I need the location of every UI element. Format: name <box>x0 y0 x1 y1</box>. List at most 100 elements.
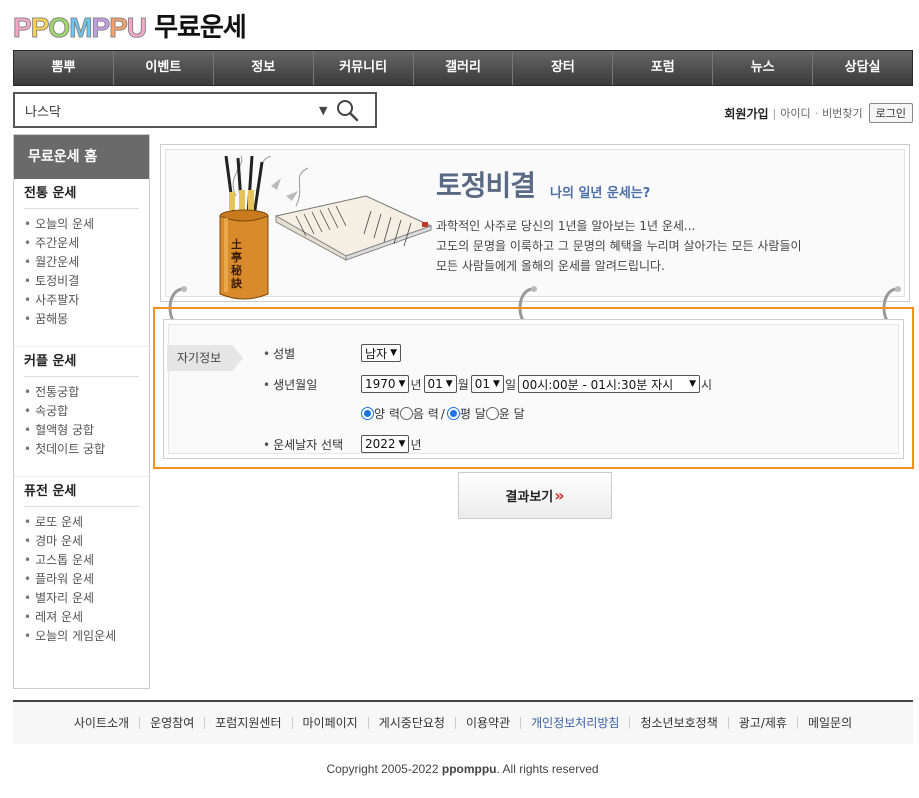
nav-item-event[interactable]: 이벤트 <box>114 51 214 85</box>
banner-desc-line: 모든 사람들에게 올해의 운세를 알려드립니다. <box>436 259 665 273</box>
footer-link-takedown[interactable]: 게시중단요청 <box>369 717 456 729</box>
time-unit: 시 <box>701 377 713 392</box>
sidebar-item[interactable]: 주간운세 <box>24 234 139 253</box>
logo-letter: P <box>91 12 111 44</box>
nav-item-ppomppu[interactable]: 뽐뿌 <box>14 51 114 85</box>
birth-year-select[interactable]: 1970 ▼ <box>361 375 410 393</box>
nav-item-gallery[interactable]: 갤러리 <box>414 51 514 85</box>
sidebar-item[interactable]: 고스톱 운세 <box>24 551 139 570</box>
footer-link-participate[interactable]: 운영참여 <box>140 717 206 729</box>
footer-link-mypage[interactable]: 마이페이지 <box>293 717 369 729</box>
nav-item-news[interactable]: 뉴스 <box>713 51 814 85</box>
sidebar-item[interactable]: 별자리 운세 <box>24 589 139 608</box>
nav-item-forum[interactable]: 포럼 <box>613 51 714 85</box>
ppomppu-logo: PPOMPPU <box>13 10 148 46</box>
search-box: ▼ <box>13 92 377 128</box>
footer-link-ads[interactable]: 광고/제휴 <box>729 717 798 729</box>
login-button[interactable]: 로그인 <box>868 103 913 123</box>
sidebar-item[interactable]: 꿈해몽 <box>24 310 139 329</box>
sidebar-item[interactable]: 혈액형 궁합 <box>24 421 139 440</box>
sidebar-divider <box>14 329 149 347</box>
profile-form-inner: 자기정보 성별 남자▼ 생년월일 1970▼ 년 01▼ 월 01▼ 일 00시… <box>167 324 899 454</box>
footer-link-terms[interactable]: 이용약관 <box>456 717 522 729</box>
sidebar-item[interactable]: 첫데이트 궁합 <box>24 440 139 459</box>
tojeong-banner: 土亭秘訣 토정비결 나의 일년 운세는? 과학적인 사주로 당신의 1년을 알아… <box>160 144 910 302</box>
nav-item-info[interactable]: 정보 <box>214 51 314 85</box>
site-logo[interactable]: PPOMPPU 무료운세 <box>13 10 247 46</box>
birth-year-value: 1970 <box>365 377 396 391</box>
sidebar-section-traditional: 전통 운세 오늘의 운세 주간운세 월간운세 토정비결 사주팔자 꿈해몽 <box>14 179 149 347</box>
profile-form-highlight: 자기정보 성별 남자▼ 생년월일 1970▼ 년 01▼ 월 01▼ 일 00시… <box>153 307 914 469</box>
year-unit: 년 <box>410 377 422 392</box>
banner-description: 과학적인 사주로 당신의 1년을 알아보는 1년 운세... 고도의 문명을 이… <box>436 216 802 276</box>
sidebar-item[interactable]: 로또 운세 <box>24 513 139 532</box>
chevron-down-icon: ▼ <box>390 348 398 358</box>
birth-time-select[interactable]: 00시:00분 - 01시:30분 자시 ▼ <box>518 375 701 393</box>
sidebar-item[interactable]: 월간운세 <box>24 253 139 272</box>
copyright-brand: ppomppu <box>441 762 497 776</box>
footer-link-privacy[interactable]: 개인정보처리방침 <box>521 717 631 729</box>
book-label: 土亭秘訣 <box>231 238 242 290</box>
fortune-year-row: 2022 ▼ 년 <box>361 435 424 453</box>
chevron-down-icon: ▼ <box>398 439 406 449</box>
double-arrow-icon: » <box>554 486 565 505</box>
sidebar-item[interactable]: 오늘의 운세 <box>24 215 139 234</box>
sidebar-home[interactable]: 무료운세 홈 <box>14 135 149 179</box>
gender-label: 성별 <box>263 345 295 362</box>
find-password-link[interactable]: 비번찾기 <box>822 105 862 121</box>
sidebar-item[interactable]: 전통궁합 <box>24 383 139 402</box>
normal-month-radio[interactable] <box>446 407 460 420</box>
banner-subtitle: 나의 일년 운세는? <box>550 186 651 201</box>
profile-form: 자기정보 성별 남자▼ 생년월일 1970▼ 년 01▼ 월 01▼ 일 00시… <box>163 319 904 459</box>
birth-day-select[interactable]: 01 ▼ <box>470 375 504 393</box>
find-id-link[interactable]: 아이디 <box>780 105 810 121</box>
view-result-label: 결과보기 <box>505 490 554 505</box>
nav-item-community[interactable]: 커뮤니티 <box>314 51 414 85</box>
member-links: 회원가입 | 아이디 · 비번찾기 로그인 <box>724 103 913 123</box>
fortune-year-select[interactable]: 2022 ▼ <box>361 435 410 453</box>
birth-month-select[interactable]: 01 ▼ <box>423 375 457 393</box>
banner-desc-line: 고도의 문명을 이룩하고 그 문명의 혜택을 누리며 살아가는 모든 사람들이 <box>436 239 802 253</box>
lunar-radio[interactable] <box>399 407 413 420</box>
nav-item-market[interactable]: 장터 <box>513 51 614 85</box>
sidebar-section-title: 퓨전 운세 <box>24 477 139 507</box>
main-nav: 뽐뿌 이벤트 정보 커뮤니티 갤러리 장터 포럼 뉴스 상담실 <box>13 50 913 86</box>
sidebar-section-couple: 커플 운세 전통궁합 속궁합 혈액형 궁합 첫데이트 궁합 <box>14 347 149 477</box>
chevron-down-icon: ▼ <box>398 379 406 389</box>
solar-label: 양 력 <box>374 407 400 421</box>
separator: · <box>814 106 819 120</box>
birthdate-label: 생년월일 <box>263 376 317 393</box>
sidebar-item[interactable]: 경마 운세 <box>24 532 139 551</box>
birthdate-row: 1970 ▼ 년 01 ▼ 월 01 ▼ 일 00시:00분 - 01시:30분 자시… <box>361 375 714 393</box>
profile-tag: 자기정보 <box>167 345 243 371</box>
birth-month-value: 01 <box>427 377 443 391</box>
gender-value: 남자 <box>365 346 388 361</box>
sidebar-item[interactable]: 플라워 운세 <box>24 570 139 589</box>
signup-link[interactable]: 회원가입 <box>724 105 768 122</box>
logo-letter: M <box>69 12 93 44</box>
search-icon[interactable] <box>335 98 359 122</box>
nav-item-counsel[interactable]: 상담실 <box>813 51 912 85</box>
footer-link-mail[interactable]: 메일문의 <box>798 717 862 729</box>
sidebar-item[interactable]: 오늘의 게임운세 <box>24 627 139 646</box>
footer-link-forum-support[interactable]: 포럼지원센터 <box>205 717 293 729</box>
logo-letter: O <box>48 12 71 44</box>
fortune-year-value: 2022 <box>365 437 396 451</box>
fortune-year-label: 운세날자 선택 <box>263 436 343 453</box>
sidebar-item[interactable]: 사주팔자 <box>24 291 139 310</box>
footer-link-youth[interactable]: 청소년보호정책 <box>630 717 729 729</box>
view-result-button[interactable]: 결과보기» <box>458 472 612 519</box>
gender-select[interactable]: 남자 ▼ <box>361 344 402 362</box>
normal-month-label: 평 달 <box>459 407 486 421</box>
footer-link-about[interactable]: 사이트소개 <box>64 717 141 729</box>
chevron-down-icon: ▼ <box>689 379 697 389</box>
solar-radio[interactable] <box>361 407 374 420</box>
sidebar-item[interactable]: 토정비결 <box>24 272 139 291</box>
leap-month-radio[interactable] <box>485 407 499 420</box>
sidebar-item[interactable]: 레져 운세 <box>24 608 139 627</box>
search-dropdown-icon[interactable]: ▼ <box>319 104 327 117</box>
separator: | <box>772 106 777 120</box>
search-input[interactable] <box>15 95 315 125</box>
banner-inner: 土亭秘訣 토정비결 나의 일년 운세는? 과학적인 사주로 당신의 1년을 알아… <box>165 149 905 300</box>
sidebar-item[interactable]: 속궁합 <box>24 402 139 421</box>
